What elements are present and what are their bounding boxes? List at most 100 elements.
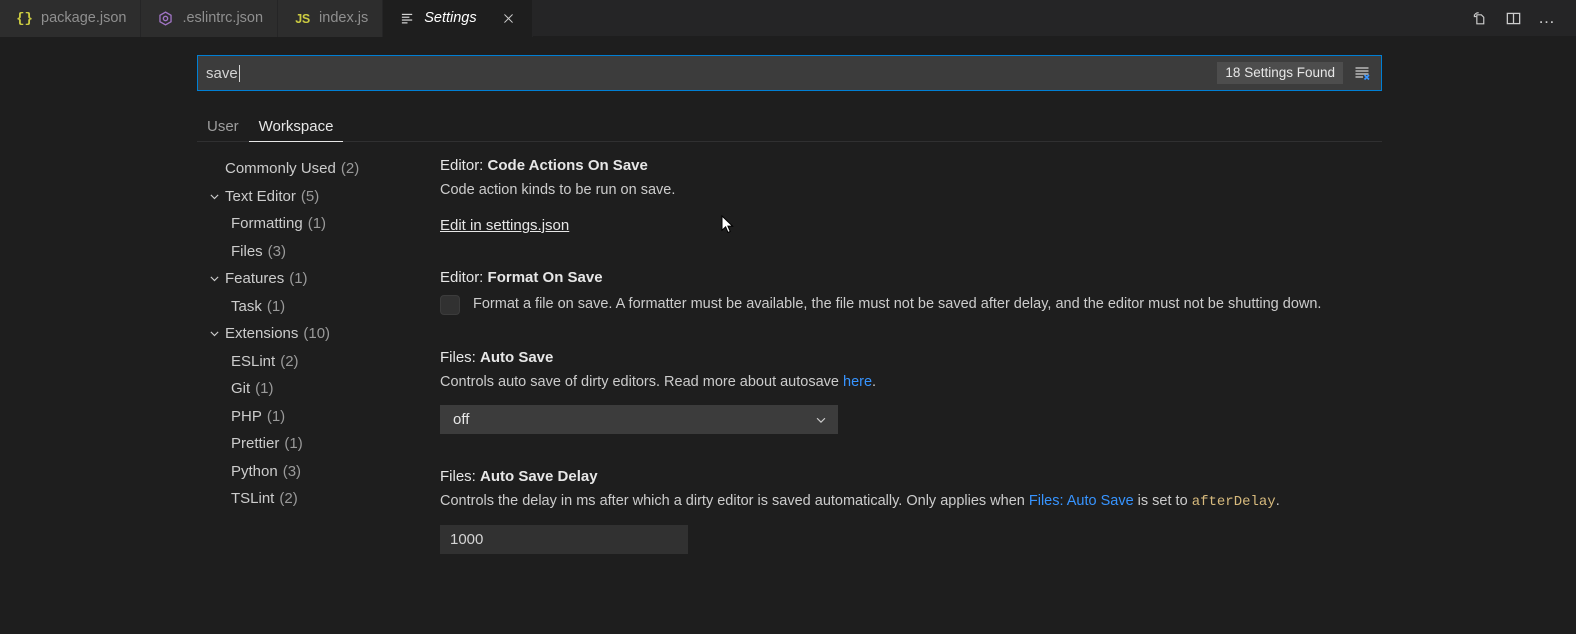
tab-label: package.json (41, 10, 127, 27)
toc-count: (1) (307, 215, 327, 233)
toc-count: (2) (340, 160, 360, 178)
chevron-down-icon[interactable] (203, 272, 225, 285)
tab-label: .eslintrc.json (182, 10, 264, 27)
auto-save-delay-value: 1000 (450, 531, 484, 548)
setting-title: Editor: Format On Save (440, 267, 1440, 289)
open-changes-icon[interactable] (1464, 3, 1494, 33)
tab-user[interactable]: User (197, 119, 249, 142)
desc-text: Controls auto save of dirty editors. Rea… (440, 374, 843, 390)
editor-actions: … (1464, 0, 1576, 36)
toc-count: (10) (303, 325, 331, 343)
desc-text: Controls the delay in ms after which a d… (440, 493, 1029, 509)
setting-files-auto-save-delay: Files: Auto Save Delay Controls the dela… (440, 466, 1440, 554)
setting-title: Files: Auto Save (440, 347, 1440, 369)
settings-editor: save 18 Settings Found User Workspace Co… (0, 37, 1576, 634)
toc-item-prettier[interactable]: Prettier (1) (197, 430, 430, 458)
toc-count: (3) (267, 242, 287, 260)
toc-item-python[interactable]: Python (3) (197, 458, 430, 486)
json-braces-icon: {} (16, 10, 33, 27)
toc-label: Text Editor (225, 187, 296, 205)
setting-files-auto-save: Files: Auto Save Controls auto save of d… (440, 347, 1440, 434)
setting-description: Format a file on save. A formatter must … (473, 296, 1322, 312)
toc-label: Files (231, 242, 263, 260)
toc-item-commonly-used[interactable]: Commonly Used (2) (197, 155, 430, 183)
toc-count: (1) (255, 380, 274, 398)
toc-item-text-editor[interactable]: Text Editor (5) (197, 183, 430, 211)
desc-code-token: afterDelay (1191, 494, 1276, 510)
settings-list: Editor: Code Actions On Save Code action… (440, 155, 1440, 634)
toc-item-formatting[interactable]: Formatting (1) (197, 210, 430, 238)
close-icon[interactable] (499, 9, 518, 28)
toc-label: PHP (231, 407, 262, 425)
desc-text-mid: is set to (1133, 493, 1192, 509)
files-auto-save-link[interactable]: Files: Auto Save (1029, 493, 1134, 509)
toc-label: Formatting (231, 215, 303, 233)
setting-description: Controls the delay in ms after which a d… (440, 490, 1380, 513)
toc-label: Prettier (231, 435, 280, 453)
toc-label: Task (231, 297, 262, 315)
toc-label: TSLint (231, 490, 275, 508)
setting-name: Auto Save (480, 349, 554, 366)
setting-name: Auto Save Delay (480, 468, 598, 485)
toc-label: Features (225, 270, 285, 288)
clear-filter-icon[interactable] (1349, 60, 1375, 86)
setting-category: Editor: (440, 269, 488, 286)
toc-item-task[interactable]: Task (1) (197, 293, 430, 321)
tab-eslintrc-json[interactable]: .eslintrc.json (141, 0, 279, 37)
more-actions-icon[interactable]: … (1532, 3, 1562, 33)
edit-in-settings-json-link[interactable]: Edit in settings.json (440, 217, 569, 234)
toc-count: (2) (279, 490, 298, 508)
toc-item-features[interactable]: Features (1) (197, 265, 430, 293)
setting-name: Format On Save (487, 269, 603, 286)
toc-label: Commonly Used (225, 160, 336, 178)
toc-item-files[interactable]: Files (3) (197, 238, 430, 266)
toc-item-eslint[interactable]: ESLint (2) (197, 348, 430, 376)
split-editor-icon[interactable] (1498, 3, 1528, 33)
toc-count: (1) (284, 435, 303, 453)
tab-workspace[interactable]: Workspace (248, 119, 344, 142)
toc-count: (1) (266, 297, 286, 315)
toc-label: ESLint (231, 352, 276, 370)
toc-count: (3) (282, 462, 302, 480)
desc-text-end: . (872, 374, 877, 390)
search-input-value: save (206, 64, 238, 82)
settings-scope-tabs: User Workspace (197, 106, 1382, 142)
setting-title: Files: Auto Save Delay (440, 466, 1440, 488)
tab-index-js[interactable]: JS index.js (278, 0, 384, 37)
settings-list-icon (399, 10, 416, 27)
toc-count: (1) (266, 407, 286, 425)
settings-search-row: save 18 Settings Found (197, 55, 1382, 91)
eslint-icon (157, 10, 174, 27)
autosave-docs-link[interactable]: here (843, 374, 872, 390)
chevron-down-icon[interactable] (203, 190, 225, 203)
auto-save-select[interactable]: off (440, 405, 838, 434)
toc-label: Git (231, 380, 251, 398)
setting-category: Files: (440, 349, 481, 366)
toc-item-tslint[interactable]: TSLint (2) (197, 485, 430, 513)
toc-item-extensions[interactable]: Extensions (10) (197, 320, 430, 348)
toc-count: (2) (280, 352, 299, 370)
tab-bar-filler (532, 0, 1464, 36)
javascript-icon: JS (295, 11, 310, 26)
desc-text-end: . (1275, 493, 1280, 509)
toc-item-git[interactable]: Git (1) (197, 375, 430, 403)
toc-label: Extensions (225, 325, 299, 343)
auto-save-select-value: off (453, 411, 470, 428)
search-input[interactable]: save 18 Settings Found (197, 55, 1382, 91)
setting-description: Code action kinds to be run on save. (440, 182, 676, 198)
toc-count: (1) (289, 270, 308, 288)
tab-package-json[interactable]: {} package.json (0, 0, 142, 37)
tab-settings[interactable]: Settings (383, 0, 533, 37)
auto-save-delay-input[interactable]: 1000 (440, 525, 688, 554)
setting-name: Code Actions On Save (487, 157, 648, 174)
toc-label: Python (231, 462, 278, 480)
search-controls: 18 Settings Found (1217, 60, 1375, 86)
results-count-badge: 18 Settings Found (1217, 62, 1343, 84)
chevron-down-icon[interactable] (203, 327, 225, 340)
toc-item-php[interactable]: PHP (1) (197, 403, 430, 431)
setting-description: Controls auto save of dirty editors. Rea… (440, 371, 1380, 393)
format-on-save-checkbox[interactable] (440, 295, 460, 315)
